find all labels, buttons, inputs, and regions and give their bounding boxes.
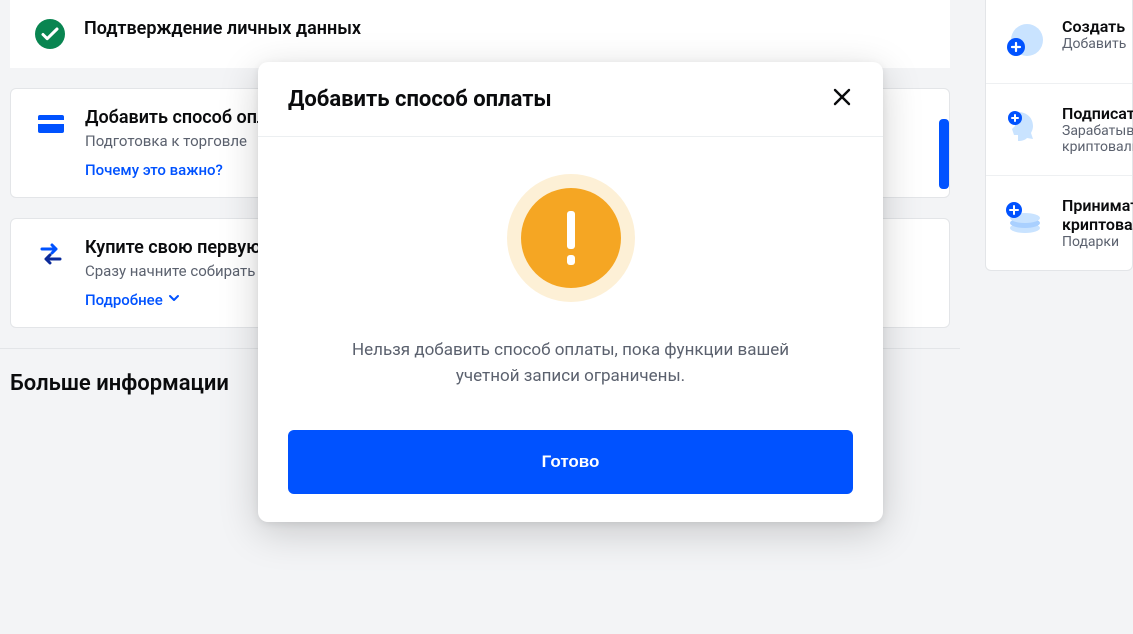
sidebar-item-title: Подписаться — [1062, 104, 1133, 123]
sidebar: Создать Добавить Подписаться Зарабатывай… — [985, 0, 1133, 634]
done-button[interactable]: Готово — [288, 430, 853, 494]
modal-header: Добавить способ оплаты — [258, 62, 883, 137]
modal-title: Добавить способ оплаты — [288, 87, 552, 112]
step-verify-card: Подтверждение личных данных — [10, 0, 950, 68]
primary-action-edge — [939, 119, 949, 189]
chevron-down-icon — [167, 291, 181, 309]
check-circle-icon — [34, 18, 66, 50]
modal-message: Нельзя добавить способ оплаты, пока функ… — [321, 337, 821, 390]
globe-plus-icon — [1000, 17, 1046, 63]
warning-icon — [288, 173, 853, 303]
sidebar-box: Создать Добавить Подписаться Зарабатывай… — [985, 0, 1133, 271]
sidebar-item-title: Создать — [1062, 17, 1126, 36]
sidebar-item-subscribe[interactable]: Подписаться Зарабатывайте криптовалюту — [986, 84, 1132, 176]
done-button-label: Готово — [542, 452, 600, 471]
add-payment-modal: Добавить способ оплаты Нельзя добавить с… — [258, 62, 883, 522]
swap-icon — [35, 237, 67, 269]
step-buy-link[interactable]: Подробнее — [85, 291, 181, 309]
modal-body: Нельзя добавить способ оплаты, пока функ… — [258, 137, 883, 522]
close-icon — [831, 86, 853, 108]
step-buy-link-label: Подробнее — [85, 291, 163, 309]
card-icon — [35, 107, 67, 139]
close-button[interactable] — [831, 86, 853, 112]
sidebar-item-title: Принимать криптовалюту — [1062, 196, 1133, 234]
sidebar-item-sub: Подарки — [1062, 234, 1133, 250]
sidebar-item-receive[interactable]: Принимать криптовалюту Подарки — [986, 176, 1132, 270]
step-verify-title: Подтверждение личных данных — [84, 18, 926, 39]
step-payment-link-label: Почему это важно? — [85, 161, 223, 179]
coins-plus-icon — [1000, 196, 1046, 242]
head-plus-icon — [1000, 104, 1046, 150]
sidebar-item-sub: Добавить — [1062, 36, 1126, 52]
step-payment-link[interactable]: Почему это важно? — [85, 161, 223, 179]
sidebar-item-sub: Зарабатывайте криптовалюту — [1062, 123, 1133, 155]
sidebar-item-create[interactable]: Создать Добавить — [986, 0, 1132, 84]
